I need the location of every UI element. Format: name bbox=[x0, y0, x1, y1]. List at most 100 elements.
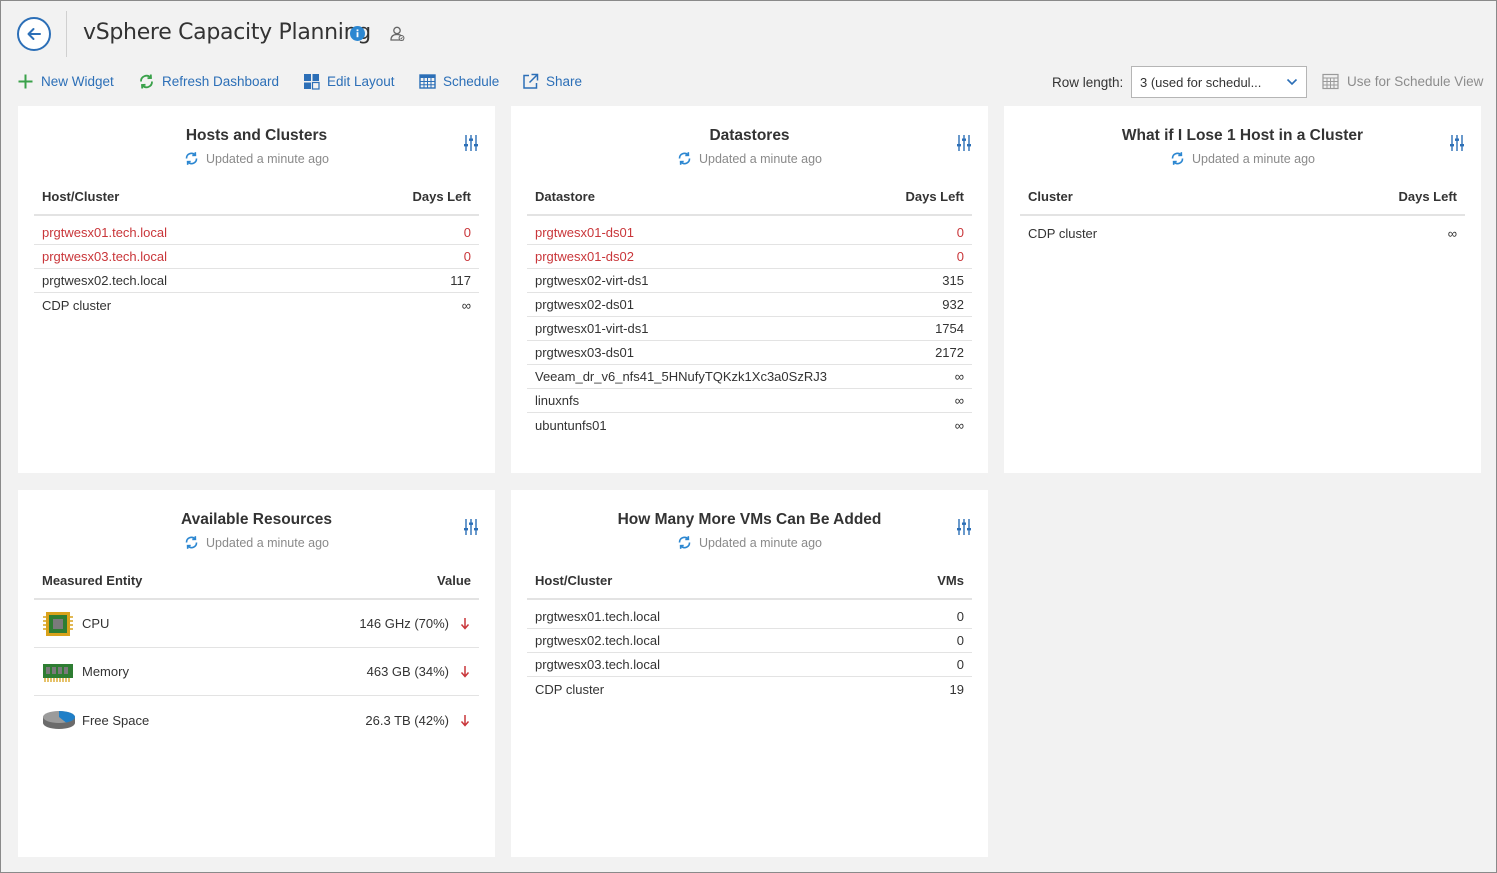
table-row[interactable]: prgtwesx02.tech.local 117 bbox=[34, 269, 479, 293]
row-value: 0 bbox=[956, 249, 964, 264]
use-for-schedule-view-toggle[interactable]: Use for Schedule View bbox=[1322, 73, 1483, 90]
row-name: CDP cluster bbox=[42, 297, 112, 313]
widget-settings-button[interactable] bbox=[463, 134, 479, 152]
table-row[interactable]: prgtwesx02-ds01 932 bbox=[527, 293, 972, 317]
refresh-small-icon[interactable] bbox=[677, 151, 692, 166]
row-name: prgtwesx03-ds01 bbox=[535, 345, 634, 360]
table-header: Cluster Days Left bbox=[1020, 178, 1465, 216]
resource-name: CPU bbox=[82, 616, 110, 631]
table-row[interactable]: ubuntunfs01 ∞ bbox=[527, 413, 972, 437]
resource-name: Memory bbox=[82, 664, 129, 679]
row-name: prgtwesx01-ds01 bbox=[535, 225, 634, 240]
column-header-cluster[interactable]: Cluster bbox=[1028, 189, 1073, 204]
table-header: Datastore Days Left bbox=[527, 178, 972, 216]
resource-value: 26.3 TB (42%) bbox=[365, 712, 449, 728]
column-header-days-left[interactable]: Days Left bbox=[905, 189, 964, 204]
table-row[interactable]: Free Space 26.3 TB (42%) bbox=[34, 696, 479, 744]
widget-settings-button[interactable] bbox=[956, 134, 972, 152]
new-widget-label: New Widget bbox=[41, 74, 114, 89]
row-length-select[interactable]: 3 (used for schedul... bbox=[1131, 66, 1307, 98]
table-row[interactable]: prgtwesx02-virt-ds1 315 bbox=[527, 269, 972, 293]
column-header-host-cluster[interactable]: Host/Cluster bbox=[535, 573, 612, 588]
layout-icon bbox=[304, 74, 320, 90]
table-header: Measured Entity Value bbox=[34, 562, 479, 600]
resource-value: 463 GB (34%) bbox=[366, 664, 449, 679]
row-value: 0 bbox=[956, 225, 964, 240]
arrow-down-icon bbox=[459, 665, 471, 678]
header-divider bbox=[66, 11, 67, 57]
info-icon[interactable] bbox=[350, 26, 365, 41]
new-widget-button[interactable]: New Widget bbox=[17, 73, 114, 90]
table-row[interactable]: CDP cluster ∞ bbox=[1020, 221, 1465, 245]
resource-value: 146 GHz (70%) bbox=[359, 616, 449, 631]
refresh-small-icon[interactable] bbox=[184, 151, 199, 166]
row-name: prgtwesx03.tech.local bbox=[535, 657, 661, 672]
shared-users-icon[interactable] bbox=[388, 25, 406, 43]
table-row[interactable]: prgtwesx01-ds02 0 bbox=[527, 245, 972, 269]
info-glyph bbox=[356, 29, 359, 38]
row-value: 117 bbox=[450, 273, 471, 288]
share-button[interactable]: Share bbox=[522, 73, 582, 90]
column-header-vms[interactable]: VMs bbox=[937, 573, 964, 588]
refresh-small-icon[interactable] bbox=[184, 535, 199, 550]
cpu-icon bbox=[42, 611, 76, 637]
row-value: ∞ bbox=[1447, 225, 1457, 241]
refresh-dashboard-button[interactable]: Refresh Dashboard bbox=[138, 73, 279, 90]
table-row[interactable]: linuxnfs ∞ bbox=[527, 389, 972, 413]
table-row[interactable]: prgtwesx01-ds01 0 bbox=[527, 221, 972, 245]
column-header-days-left[interactable]: Days Left bbox=[412, 189, 471, 204]
widget-updated-status: Updated a minute ago bbox=[1004, 151, 1481, 166]
table-row[interactable]: prgtwesx01.tech.local 0 bbox=[34, 221, 479, 245]
row-name: prgtwesx01.tech.local bbox=[42, 225, 168, 240]
table-row[interactable]: prgtwesx01-virt-ds1 1754 bbox=[527, 317, 972, 341]
back-button[interactable] bbox=[17, 17, 51, 51]
table-row[interactable]: prgtwesx02.tech.local 0 bbox=[527, 629, 972, 653]
widget-title: Datastores bbox=[709, 127, 790, 144]
widget-settings-button[interactable] bbox=[463, 518, 479, 536]
table-header: Host/Cluster Days Left bbox=[34, 178, 479, 216]
widget-settings-button[interactable] bbox=[1449, 134, 1465, 152]
widget-updated-status: Updated a minute ago bbox=[18, 535, 495, 550]
use-for-schedule-view-label: Use for Schedule View bbox=[1347, 74, 1484, 89]
arrow-down-icon bbox=[459, 714, 471, 727]
row-name: CDP cluster bbox=[535, 681, 605, 697]
refresh-small-icon[interactable] bbox=[1170, 151, 1185, 166]
widget-updated-status: Updated a minute ago bbox=[511, 535, 988, 550]
row-value: ∞ bbox=[954, 369, 964, 384]
refresh-small-icon[interactable] bbox=[677, 535, 692, 550]
table-row[interactable]: CPU 146 GHz (70%) bbox=[34, 600, 479, 648]
column-header-host-cluster[interactable]: Host/Cluster bbox=[42, 189, 119, 204]
resource-name: Free Space bbox=[82, 712, 150, 728]
lose-host-table: Cluster Days Left CDP cluster ∞ bbox=[1020, 178, 1465, 245]
page-header: vSphere Capacity Planning bbox=[1, 1, 1496, 65]
table-row[interactable]: prgtwesx01.tech.local 0 bbox=[527, 605, 972, 629]
column-header-measured-entity[interactable]: Measured Entity bbox=[42, 573, 142, 588]
sliders-icon bbox=[1450, 135, 1464, 151]
schedule-label: Schedule bbox=[443, 74, 500, 89]
widget-title: Hosts and Clusters bbox=[185, 127, 328, 144]
table-row[interactable]: Memory 463 GB (34%) bbox=[34, 648, 479, 696]
column-header-datastore[interactable]: Datastore bbox=[535, 189, 595, 204]
row-name: CDP cluster bbox=[1028, 225, 1098, 241]
arrow-left-icon bbox=[27, 28, 41, 40]
widget-updated-text: Updated a minute ago bbox=[1191, 151, 1315, 166]
datastores-table: Datastore Days Left prgtwesx01-ds01 0 prg… bbox=[527, 178, 972, 437]
table-row[interactable]: Veeam_dr_v6_nfs41_5HNufyTQKzk1Xc3a0SzRJ3… bbox=[527, 365, 972, 389]
table-row[interactable]: CDP cluster ∞ bbox=[34, 293, 479, 317]
column-header-value[interactable]: Value bbox=[437, 573, 471, 588]
table-row[interactable]: prgtwesx03.tech.local 0 bbox=[34, 245, 479, 269]
row-length-label: Row length: bbox=[1052, 75, 1124, 90]
table-row[interactable]: prgtwesx03-ds01 2172 bbox=[527, 341, 972, 365]
column-header-days-left[interactable]: Days Left bbox=[1398, 189, 1457, 204]
row-value: 19 bbox=[949, 681, 964, 697]
row-value: 0 bbox=[463, 249, 471, 264]
schedule-button[interactable]: Schedule bbox=[419, 73, 499, 90]
table-row[interactable]: CDP cluster 19 bbox=[527, 677, 972, 701]
table-row[interactable]: prgtwesx03.tech.local 0 bbox=[527, 653, 972, 677]
disk-icon bbox=[42, 707, 76, 733]
edit-layout-button[interactable]: Edit Layout bbox=[303, 73, 395, 90]
row-value: 932 bbox=[942, 297, 964, 312]
sliders-icon bbox=[464, 135, 478, 151]
widget-vms-can-be-added: How Many More VMs Can Be Added Updated a… bbox=[511, 490, 988, 857]
widget-settings-button[interactable] bbox=[956, 518, 972, 536]
